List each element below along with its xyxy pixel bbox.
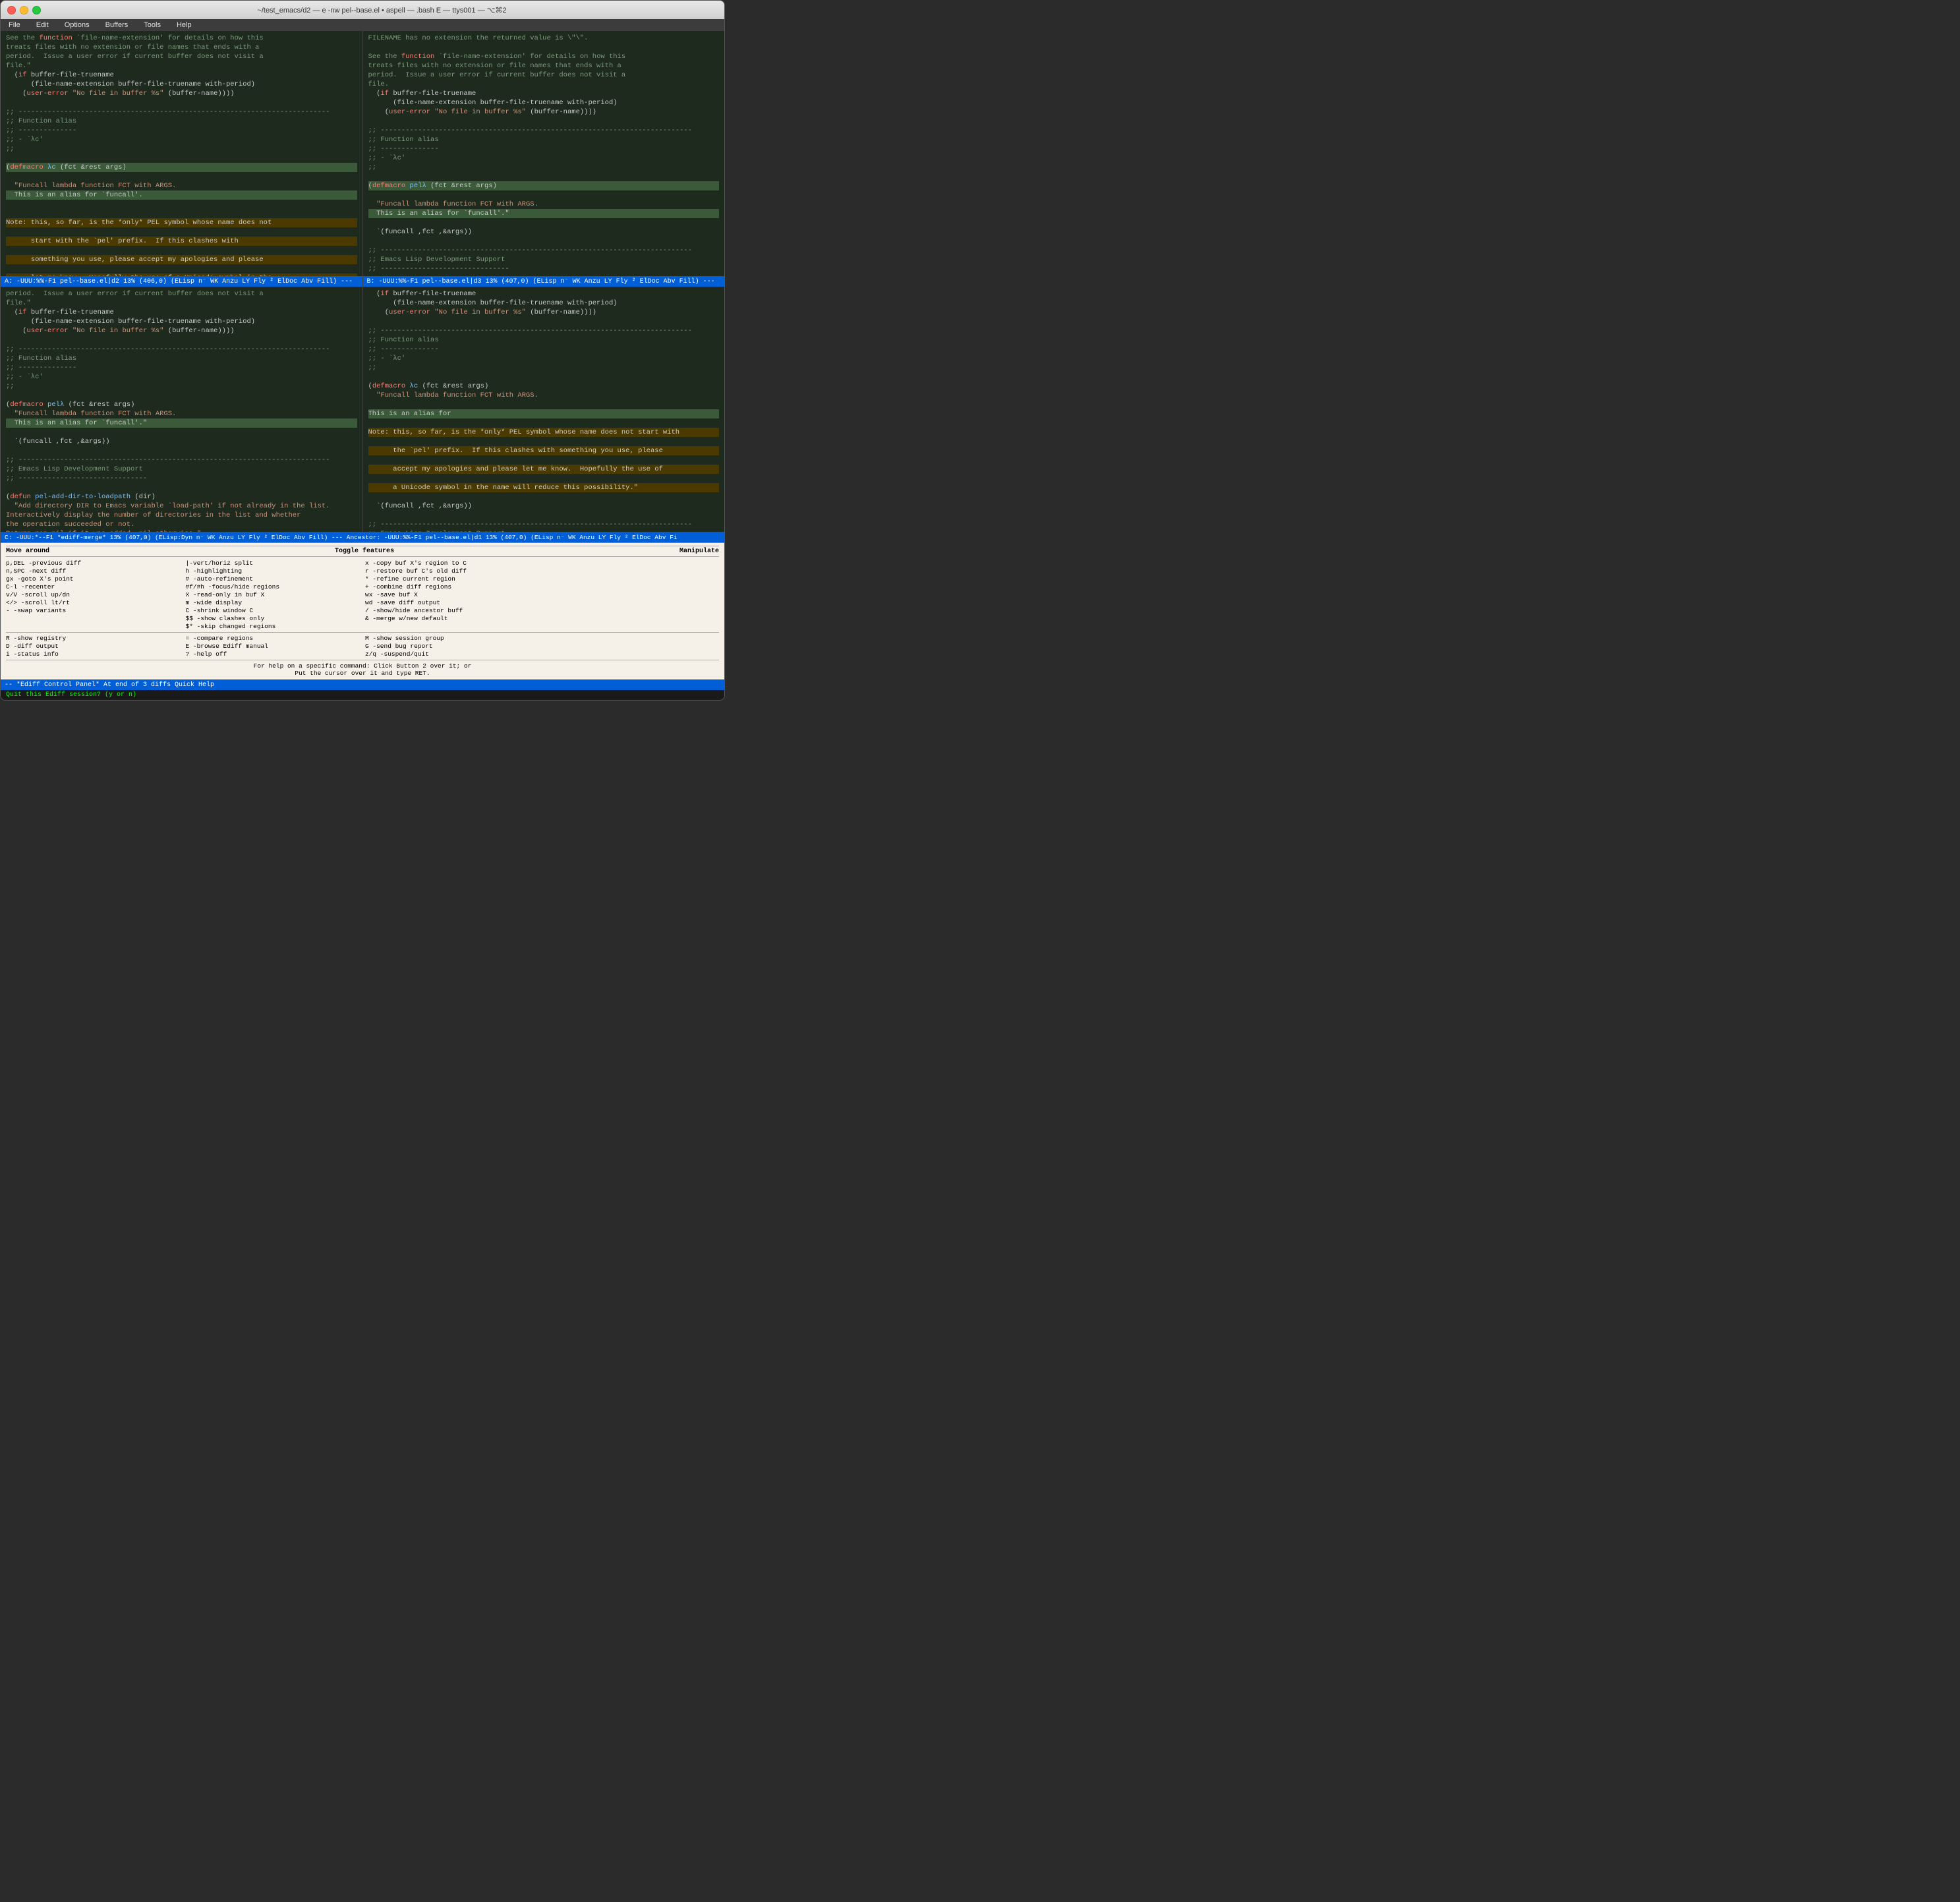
cmd-wd[interactable]: wd -save diff output [365,599,540,606]
menu-file[interactable]: File [6,20,23,30]
cmd-session-group[interactable]: M -show session group [365,635,540,642]
maximize-button[interactable] [32,6,41,14]
status-bar-b: B: -UUU:%%-F1 pel--base.el|d3 13% (407,0… [363,276,725,287]
cmd-wide[interactable]: m -wide display [186,599,360,606]
cmd-refine[interactable]: * -refine current region [365,575,540,583]
editors-row: See the function `file-name-extension' f… [1,31,724,532]
ediff-bottom-status-text: -- *Ediff Control Panel* At end of 3 dif… [5,681,214,689]
cmd-registry[interactable]: R -show registry [6,635,181,642]
cmd-highlight[interactable]: h -highlighting [186,567,360,575]
cmd-bug-report[interactable]: G -send bug report [365,643,540,650]
menu-bar: File Edit Options Buffers Tools Help [1,19,724,31]
cmd-read-only[interactable]: X -read-only in buf X [186,591,360,598]
traffic-lights [7,6,41,14]
editor-content-a-top[interactable]: See the function `file-name-extension' f… [1,31,362,276]
menu-options[interactable]: Options [62,20,92,30]
quit-prompt-text: Quit this Ediff session? (y or n) [6,691,136,699]
cmd-combine[interactable]: + -combine diff regions [365,583,540,591]
cmd-merge-new[interactable]: & -merge w/new default [365,615,540,622]
cmd-show-hide-anc[interactable]: / -show/hide ancestor buff [365,607,540,614]
cmd-suspend-quit[interactable]: z/q -suspend/quit [365,650,540,658]
cmd-auto-refine[interactable]: # -auto-refinement [186,575,360,583]
cmd-gx[interactable]: gx -goto X's point [6,575,181,583]
cmd-help-off[interactable]: ? -help off [186,650,360,658]
editor-content-b-bottom[interactable]: (if buffer-file-truename (file-name-exte… [363,287,725,532]
cmd-skip-changed[interactable]: $* -skip changed regions [186,623,360,630]
cmd-wx[interactable]: wx -save buf X [365,591,540,598]
cmd-compare[interactable]: = -compare regions [186,635,360,642]
ediff-toggle-label: Toggle features [335,548,394,555]
cmd-status-info[interactable]: i -status info [6,650,181,658]
menu-tools[interactable]: Tools [141,20,163,30]
cmd-cl[interactable]: C-l -recenter [6,583,181,591]
cmd-focus-hide[interactable]: #f/#h -focus/hide regions [186,583,360,591]
cmd-scroll-lr[interactable]: </> -scroll lt/rt [6,599,181,606]
editor-pane-a[interactable]: See the function `file-name-extension' f… [1,31,363,532]
cmd-swap[interactable]: - -swap variants [6,607,181,614]
menu-help[interactable]: Help [174,20,194,30]
status-bar-c: C: -UUU:*--F1 *ediff-merge* 13% (407,0) … [1,532,724,542]
editor-content-a-bottom[interactable]: period. Issue a user error if current bu… [1,287,362,532]
ediff-control-panel: Move around Toggle features Manipulate p… [1,542,724,679]
close-button[interactable] [7,6,16,14]
cmd-browse-manual[interactable]: E -browse Ediff manual [186,643,360,650]
help-line1: For help on a specific command: Click Bu… [6,662,719,670]
status-text-b: B: -UUU:%%-F1 pel--base.el|d3 13% (407,0… [367,277,715,285]
cmd-n-spc[interactable]: n,SPC -next diff [6,567,181,575]
cmd-clashes[interactable]: $$ -show clashes only [186,615,360,622]
menu-edit[interactable]: Edit [34,20,51,30]
editor-pane-b[interactable]: FILENAME has no extension the returned v… [363,31,725,532]
status-text-a: A: -UUU:%%-F1 pel--base.el|d2 13% (406,0… [5,277,353,285]
cmd-vv[interactable]: v/V -scroll up/dn [6,591,181,598]
status-text-c: C: -UUU:*--F1 *ediff-merge* 13% (407,0) … [5,534,677,541]
ediff-bottom-status: -- *Ediff Control Panel* At end of 3 dif… [1,679,724,690]
cmd-p-del[interactable]: p,DEL -previous diff [6,560,181,567]
ediff-manipulate-label: Manipulate [679,548,719,555]
cmd-vert-split[interactable]: |-vert/horiz split [186,560,360,567]
minimize-button[interactable] [20,6,28,14]
ediff-move-around-label: Move around [6,548,49,555]
help-line2: Put the cursor over it and type RET. [6,670,719,677]
cmd-copy-x[interactable]: x -copy buf X's region to C [365,560,540,567]
cmd-shrink[interactable]: C -shrink window C [186,607,360,614]
title-bar: ~/test_emacs/d2 — e -nw pel--base.el • a… [1,1,724,19]
menu-buffers[interactable]: Buffers [103,20,131,30]
window-title: ~/test_emacs/d2 — e -nw pel--base.el • a… [46,6,718,14]
editor-content-b-top[interactable]: FILENAME has no extension the returned v… [363,31,725,276]
quit-prompt-bar[interactable]: Quit this Ediff session? (y or n) [1,690,724,700]
status-bar-a: A: -UUU:%%-F1 pel--base.el|d2 13% (406,0… [1,276,362,287]
main-window: ~/test_emacs/d2 — e -nw pel--base.el • a… [0,0,725,701]
cmd-diff-output[interactable]: D -diff output [6,643,181,650]
cmd-restore[interactable]: r -restore buf C's old diff [365,567,540,575]
